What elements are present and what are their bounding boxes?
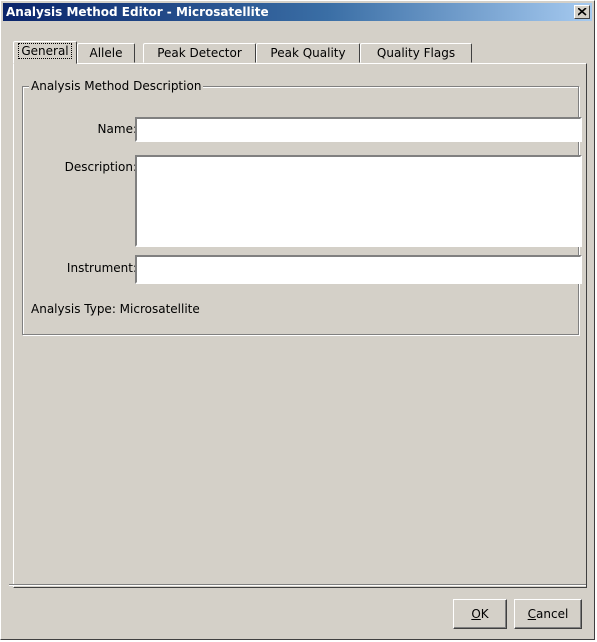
tab-quality-flags[interactable]: Quality Flags	[360, 43, 472, 63]
window-title: Analysis Method Editor - Microsatellite	[6, 5, 269, 19]
general-tab-panel: Analysis Method Description Name: Descri…	[13, 63, 587, 588]
tab-label: General	[18, 43, 72, 59]
tab-label: Quality Flags	[376, 46, 456, 60]
tab-label: Allele	[89, 46, 123, 60]
tab-peak-detector[interactable]: Peak Detector	[143, 43, 256, 63]
tab-label: Peak Detector	[157, 46, 242, 60]
button-separator	[9, 584, 586, 586]
ok-button[interactable]: OK	[453, 599, 507, 629]
name-label: Name:	[97, 122, 137, 136]
analysis-method-description-group: Analysis Method Description Name: Descri…	[22, 78, 582, 335]
close-icon	[578, 8, 587, 16]
close-button[interactable]	[574, 5, 590, 19]
analysis-type-text: Analysis Type: Microsatellite	[31, 302, 200, 316]
description-field[interactable]	[135, 155, 582, 247]
dialog-window: Analysis Method Editor - Microsatellite …	[0, 0, 595, 640]
instrument-label: Instrument:	[66, 261, 137, 275]
description-label: Description:	[64, 160, 137, 174]
group-title: Analysis Method Description	[29, 78, 204, 94]
ok-mnemonic: O	[471, 607, 481, 621]
tab-peak-quality[interactable]: Peak Quality	[256, 43, 360, 63]
cancel-button[interactable]: Cancel	[514, 599, 582, 629]
cancel-mnemonic: C	[527, 607, 537, 621]
tab-general[interactable]: General	[13, 41, 77, 64]
cancel-label-rest: ancel	[536, 607, 569, 621]
name-field[interactable]	[135, 117, 582, 142]
tab-label: Peak Quality	[270, 46, 346, 60]
tab-allele[interactable]: Allele	[77, 43, 135, 63]
ok-label-rest: K	[480, 607, 489, 621]
title-bar: Analysis Method Editor - Microsatellite	[3, 3, 592, 21]
instrument-field[interactable]	[135, 255, 582, 284]
